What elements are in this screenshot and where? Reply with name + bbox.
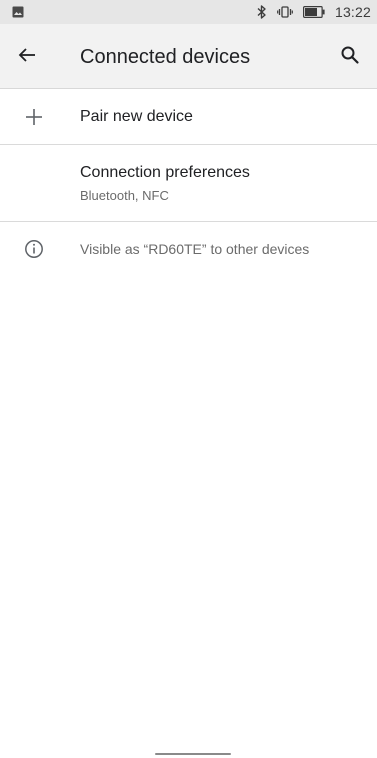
- page-title: Connected devices: [80, 46, 251, 68]
- connection-preferences-summary: Bluetooth, NFC: [80, 188, 169, 203]
- status-right: 13:22: [257, 4, 371, 20]
- visible-as-text: Visible as “RD60TE” to other devices: [80, 241, 310, 257]
- gesture-nav-handle[interactable]: [155, 753, 231, 755]
- bluetooth-icon: [257, 5, 267, 19]
- screen: 13:22 Connected devices Pair new device …: [0, 0, 377, 758]
- info-icon: [20, 235, 48, 263]
- list-item-visible-as: Visible as “RD60TE” to other devices: [0, 222, 377, 278]
- app-bar: Connected devices: [0, 24, 377, 89]
- plus-icon: [20, 103, 48, 131]
- search-icon: [340, 45, 360, 70]
- status-time: 13:22: [334, 4, 371, 20]
- status-left: [12, 6, 24, 18]
- battery-icon: [302, 6, 325, 18]
- list-item-connection-preferences[interactable]: Connection preferences Bluetooth, NFC: [0, 145, 377, 222]
- connection-preferences-label: Connection preferences: [80, 164, 250, 181]
- vibrate-icon: [277, 6, 293, 18]
- list-item-pair-new-device[interactable]: Pair new device: [0, 89, 377, 145]
- image-icon: [12, 6, 24, 18]
- pair-new-device-label: Pair new device: [80, 108, 193, 125]
- arrow-back-icon: [17, 45, 37, 70]
- search-button[interactable]: [337, 44, 363, 70]
- back-button[interactable]: [14, 44, 40, 70]
- status-bar: 13:22: [0, 0, 377, 24]
